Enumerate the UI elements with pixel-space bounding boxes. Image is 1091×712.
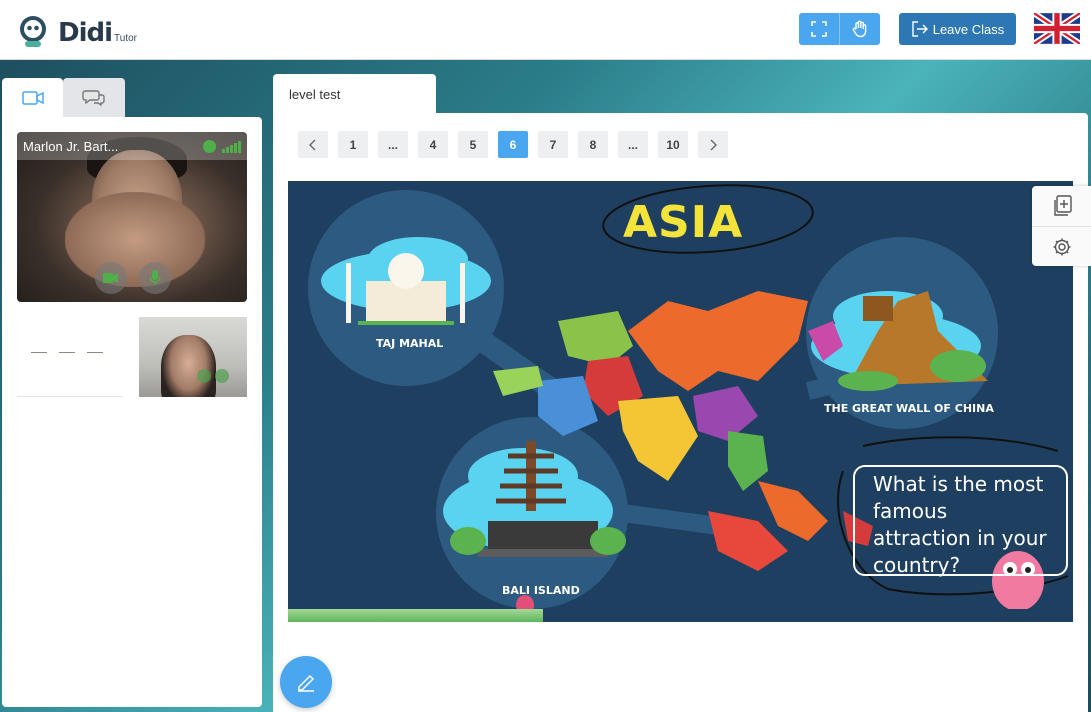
bali-label: BALI ISLAND: [502, 584, 580, 597]
slide[interactable]: ASIA TAJ MAHAL THE GREAT WALL OF CHINA B…: [288, 181, 1073, 622]
camera-icon[interactable]: [197, 369, 211, 383]
tab-level-test[interactable]: level test: [273, 74, 436, 114]
microphone-icon: [149, 270, 161, 285]
camera-icon: [103, 273, 118, 283]
participant-name: Marlon Jr. Bart...: [23, 138, 119, 154]
pagination: 1 ... 4 5 6 7 8 ... 10: [298, 131, 728, 158]
question-line: What is the most: [873, 472, 1044, 496]
page-button[interactable]: 5: [458, 131, 488, 158]
logo-subtext: Tutor: [114, 33, 137, 44]
camera-toggle-button[interactable]: [95, 262, 127, 294]
tab-video[interactable]: [2, 78, 63, 118]
logo-mascot-icon: [20, 16, 46, 47]
taj-mahal-label: TAJ MAHAL: [376, 337, 444, 350]
settings-button[interactable]: [1032, 226, 1091, 266]
leave-class-button[interactable]: Leave Class: [899, 13, 1016, 45]
tab-label: level test: [289, 87, 341, 102]
great-wall-label: THE GREAT WALL OF CHINA: [824, 402, 994, 415]
slide-progress-bar: [288, 609, 1073, 622]
chevron-left-icon: [309, 139, 316, 150]
status-dot: [203, 139, 216, 153]
prev-page-button[interactable]: [298, 131, 328, 158]
view-tools: [799, 13, 880, 45]
hand-icon: [852, 20, 867, 38]
mic-toggle-button[interactable]: [139, 262, 171, 294]
page-button[interactable]: 4: [418, 131, 448, 158]
slide-side-tools: [1032, 186, 1091, 266]
whiteboard-area: 1 ... 4 5 6 7 8 ... 10 ASIA TAJ MAHAL TH…: [273, 113, 1088, 712]
uk-flag-icon[interactable]: [1034, 13, 1080, 44]
video-panel: Marlon Jr. Bart...: [2, 117, 262, 707]
current-page-button[interactable]: 6: [498, 131, 528, 158]
draw-tool-button[interactable]: [280, 656, 332, 708]
page-button[interactable]: 8: [578, 131, 608, 158]
video-info-bar: Marlon Jr. Bart...: [17, 132, 247, 160]
microphone-icon[interactable]: [215, 369, 229, 383]
next-page-button[interactable]: [698, 131, 728, 158]
empty-video-slot: [17, 317, 123, 397]
student-video-feed: [139, 317, 247, 397]
logo: Didi Tutor: [16, 14, 137, 48]
tab-chat[interactable]: [63, 78, 125, 118]
page-ellipsis-button[interactable]: ...: [618, 131, 648, 158]
video-camera-icon: [21, 91, 44, 105]
slide-title: ASIA: [623, 197, 744, 248]
question-line: country?: [873, 553, 961, 577]
main-video-feed: Marlon Jr. Bart...: [17, 132, 247, 302]
question-line: attraction in your: [873, 526, 1047, 550]
page-button[interactable]: 1: [338, 131, 368, 158]
fullscreen-button[interactable]: [799, 13, 839, 45]
placeholder-dashes: [31, 352, 103, 353]
page-button[interactable]: 10: [658, 131, 688, 158]
question-box: What is the most famous attraction in yo…: [853, 465, 1068, 577]
raise-hand-button[interactable]: [839, 13, 880, 45]
chevron-right-icon: [710, 139, 717, 150]
video-controls: [197, 369, 229, 383]
chat-icon: [82, 90, 105, 107]
video-controls: [95, 262, 171, 294]
signal-strength-icon: [222, 140, 241, 153]
logo-text: Didi: [58, 18, 113, 48]
page-button[interactable]: 7: [538, 131, 568, 158]
page-ellipsis-button[interactable]: ...: [378, 131, 408, 158]
add-page-button[interactable]: [1032, 186, 1091, 226]
slide-progress-fill: [288, 609, 544, 622]
gear-icon: [1053, 238, 1070, 255]
fullscreen-icon: [811, 21, 827, 37]
app-header: Didi Tutor Leave Class: [0, 0, 1091, 60]
pencil-icon: [298, 674, 315, 692]
sidebar-tabs: [2, 78, 125, 118]
leave-class-label: Leave Class: [932, 21, 1005, 37]
exit-icon: [912, 21, 928, 37]
question-line: famous: [873, 499, 948, 523]
video-frame: [161, 335, 216, 397]
add-page-icon: [1053, 195, 1072, 216]
